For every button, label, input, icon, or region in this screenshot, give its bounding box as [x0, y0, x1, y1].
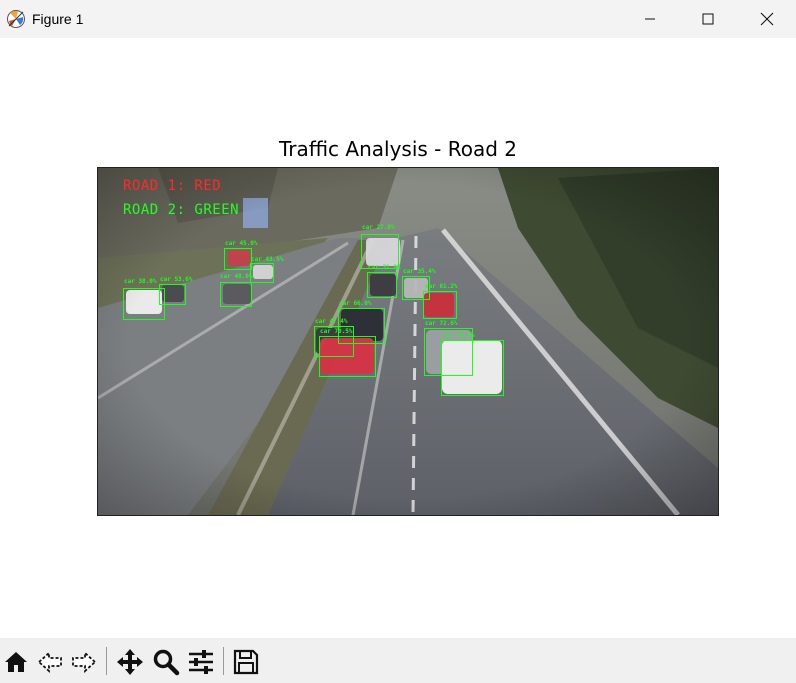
- save-button[interactable]: [230, 646, 262, 678]
- detection-box: [319, 336, 376, 377]
- configure-subplots-button[interactable]: [185, 646, 217, 678]
- matplotlib-app-icon: [6, 9, 26, 29]
- sliders-icon: [189, 650, 213, 674]
- zoom-button[interactable]: [150, 646, 182, 678]
- home-icon: [5, 652, 27, 672]
- detection-box: [423, 291, 457, 319]
- road-scene-illustration: [98, 168, 718, 515]
- detection-label: car 38.0%: [124, 278, 157, 285]
- forward-button[interactable]: [68, 646, 100, 678]
- home-button[interactable]: [0, 646, 32, 678]
- save-icon: [233, 649, 259, 675]
- detection-label: car 45.0%: [225, 240, 258, 247]
- detection-box: [367, 272, 397, 298]
- maximize-button[interactable]: [679, 0, 737, 38]
- detection-label: car 70.5%: [320, 328, 353, 335]
- detection-label: car 53.6%: [160, 276, 193, 283]
- close-button[interactable]: [738, 0, 796, 38]
- navigation-toolbar: [0, 638, 796, 683]
- figure-canvas[interactable]: Traffic Analysis - Road 2 ROAD 1: RED RO…: [0, 38, 796, 638]
- magnifier-icon: [153, 649, 180, 676]
- maximize-icon: [702, 13, 714, 25]
- road1-status-text: ROAD 1: RED: [123, 178, 222, 194]
- toolbar-separator: [106, 647, 107, 675]
- detection-box: [220, 282, 252, 307]
- move-icon: [117, 649, 143, 675]
- detection-label: car 79.8%: [442, 332, 475, 339]
- detection-box: [250, 263, 274, 283]
- toolbar-separator: [223, 647, 224, 675]
- detection-label: car 72.6%: [425, 320, 458, 327]
- arrow-left-icon: [37, 650, 62, 674]
- detection-label: car 61.2%: [425, 283, 458, 290]
- window-title: Figure 1: [32, 11, 84, 27]
- traffic-image: ROAD 1: RED ROAD 2: GREEN car 27.8% car …: [97, 167, 719, 516]
- road2-status-text: ROAD 2: GREEN: [123, 202, 240, 218]
- detection-label: car 43.5%: [251, 256, 284, 263]
- close-icon: [760, 12, 774, 26]
- detection-label: car 47.4%: [315, 318, 348, 325]
- detection-label: car 27.8%: [362, 224, 395, 231]
- detection-box: [441, 340, 504, 396]
- pan-button[interactable]: [114, 646, 146, 678]
- detection-label: car 48.0%: [220, 273, 253, 280]
- back-button[interactable]: [34, 646, 66, 678]
- minimize-icon: [645, 18, 655, 20]
- detection-label: car 35.4%: [403, 268, 436, 275]
- window-titlebar: Figure 1: [0, 0, 796, 38]
- detection-box: [224, 248, 252, 270]
- detection-label: car 32.8%: [368, 264, 401, 271]
- arrow-right-icon: [72, 650, 97, 674]
- minimize-button[interactable]: [621, 0, 679, 38]
- detection-box: [159, 284, 186, 305]
- detection-label: car 66.0%: [339, 300, 372, 307]
- plot-title: Traffic Analysis - Road 2: [278, 137, 518, 161]
